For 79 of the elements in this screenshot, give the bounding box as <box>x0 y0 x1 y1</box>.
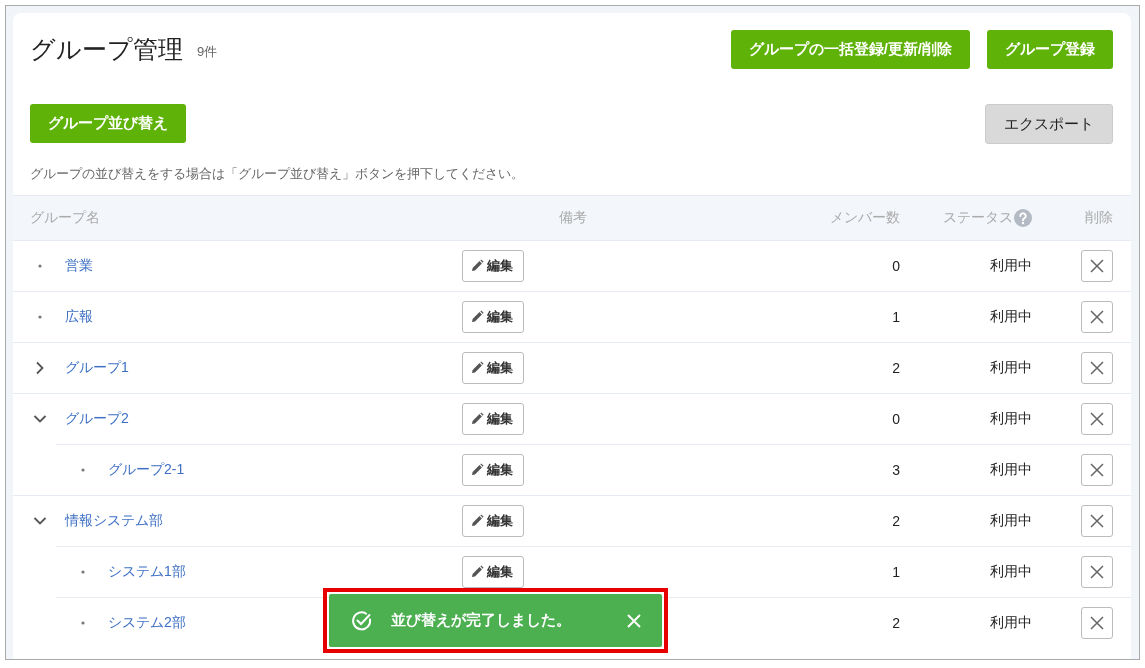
bullet-icon <box>38 264 42 268</box>
group-link[interactable]: システム2部 <box>108 614 186 632</box>
member-count: 1 <box>892 564 900 580</box>
hint-text: グループの並び替えをする場合は「グループ並び替え」ボタンを押下してください。 <box>29 165 525 183</box>
close-icon <box>1090 259 1104 273</box>
status-text: 利用中 <box>990 359 1032 375</box>
delete-button[interactable] <box>1081 505 1113 537</box>
chevron-right-icon <box>35 361 45 375</box>
chevron-down-icon <box>33 414 47 424</box>
delete-column-header: 削除 <box>1084 209 1113 227</box>
close-icon <box>1090 463 1104 477</box>
status-text: 利用中 <box>990 512 1032 528</box>
delete-button[interactable] <box>1081 556 1113 588</box>
export-button[interactable]: エクスポート <box>985 104 1113 144</box>
member-count: 0 <box>892 411 900 427</box>
help-icon <box>1014 209 1032 227</box>
group-link[interactable]: グループ2-1 <box>108 461 185 479</box>
status-column-header: ステータス <box>943 209 1013 227</box>
edit-button[interactable]: 編集 <box>462 556 524 588</box>
close-icon <box>1090 310 1104 324</box>
check-circle-icon <box>351 609 373 632</box>
member-count: 2 <box>892 360 900 376</box>
delete-button[interactable] <box>1081 607 1113 639</box>
name-column-header: グループ名 <box>30 209 101 227</box>
remarks-column-header: 備考 <box>558 209 588 227</box>
group-link[interactable]: 情報システム部 <box>65 512 163 530</box>
group-link[interactable]: 広報 <box>65 308 93 326</box>
delete-button[interactable] <box>1081 301 1113 333</box>
sort-button[interactable]: グループ並び替え <box>30 104 186 143</box>
status-text: 利用中 <box>990 257 1032 273</box>
group-link[interactable]: 営業 <box>65 257 93 275</box>
delete-button[interactable] <box>1081 454 1113 486</box>
register-button[interactable]: グループ登録 <box>987 30 1113 69</box>
member-count: 2 <box>892 513 900 529</box>
item-count: 9件 <box>197 43 218 61</box>
member-count: 1 <box>892 309 900 325</box>
status-text: 利用中 <box>990 614 1032 630</box>
edit-button[interactable]: 編集 <box>462 403 524 435</box>
group-link[interactable]: システム1部 <box>108 563 186 581</box>
pencil-icon <box>470 259 484 273</box>
group-link[interactable]: グループ2 <box>65 410 129 428</box>
edit-button[interactable]: 編集 <box>462 352 524 384</box>
pencil-icon <box>470 514 484 528</box>
member-count: 0 <box>892 258 900 274</box>
edit-button[interactable]: 編集 <box>462 454 524 486</box>
pencil-icon <box>470 565 484 579</box>
pencil-icon <box>470 412 484 426</box>
group-link[interactable]: グループ1 <box>65 359 129 377</box>
members-column-header: メンバー数 <box>829 209 900 227</box>
pencil-icon <box>470 310 484 324</box>
close-icon <box>1090 616 1104 630</box>
pencil-icon <box>470 463 484 477</box>
delete-button[interactable] <box>1081 352 1113 384</box>
close-icon <box>1090 361 1104 375</box>
status-text: 利用中 <box>990 563 1032 579</box>
edit-button[interactable]: 編集 <box>462 301 524 333</box>
member-count: 2 <box>892 615 900 631</box>
status-text: 利用中 <box>990 461 1032 477</box>
close-icon <box>1090 412 1104 426</box>
close-icon <box>1090 565 1104 579</box>
bullet-icon <box>81 468 85 472</box>
page-title: グループ管理 <box>30 34 183 65</box>
bullet-icon <box>81 621 85 625</box>
edit-button[interactable]: 編集 <box>462 250 524 282</box>
close-icon <box>627 613 641 628</box>
member-count: 3 <box>892 462 900 478</box>
bulk-register-button[interactable]: グループの一括登録/更新/削除 <box>730 30 970 69</box>
toast-message: 並び替えが完了しました。 <box>391 611 572 630</box>
edit-button[interactable]: 編集 <box>462 505 524 537</box>
chevron-down-icon <box>33 516 47 526</box>
status-text: 利用中 <box>990 410 1032 426</box>
close-icon <box>1090 514 1104 528</box>
bullet-icon <box>38 315 42 319</box>
delete-button[interactable] <box>1081 403 1113 435</box>
bullet-icon <box>81 570 85 574</box>
status-text: 利用中 <box>990 308 1032 324</box>
pencil-icon <box>470 361 484 375</box>
close-button[interactable] <box>626 612 642 629</box>
delete-button[interactable] <box>1081 250 1113 282</box>
